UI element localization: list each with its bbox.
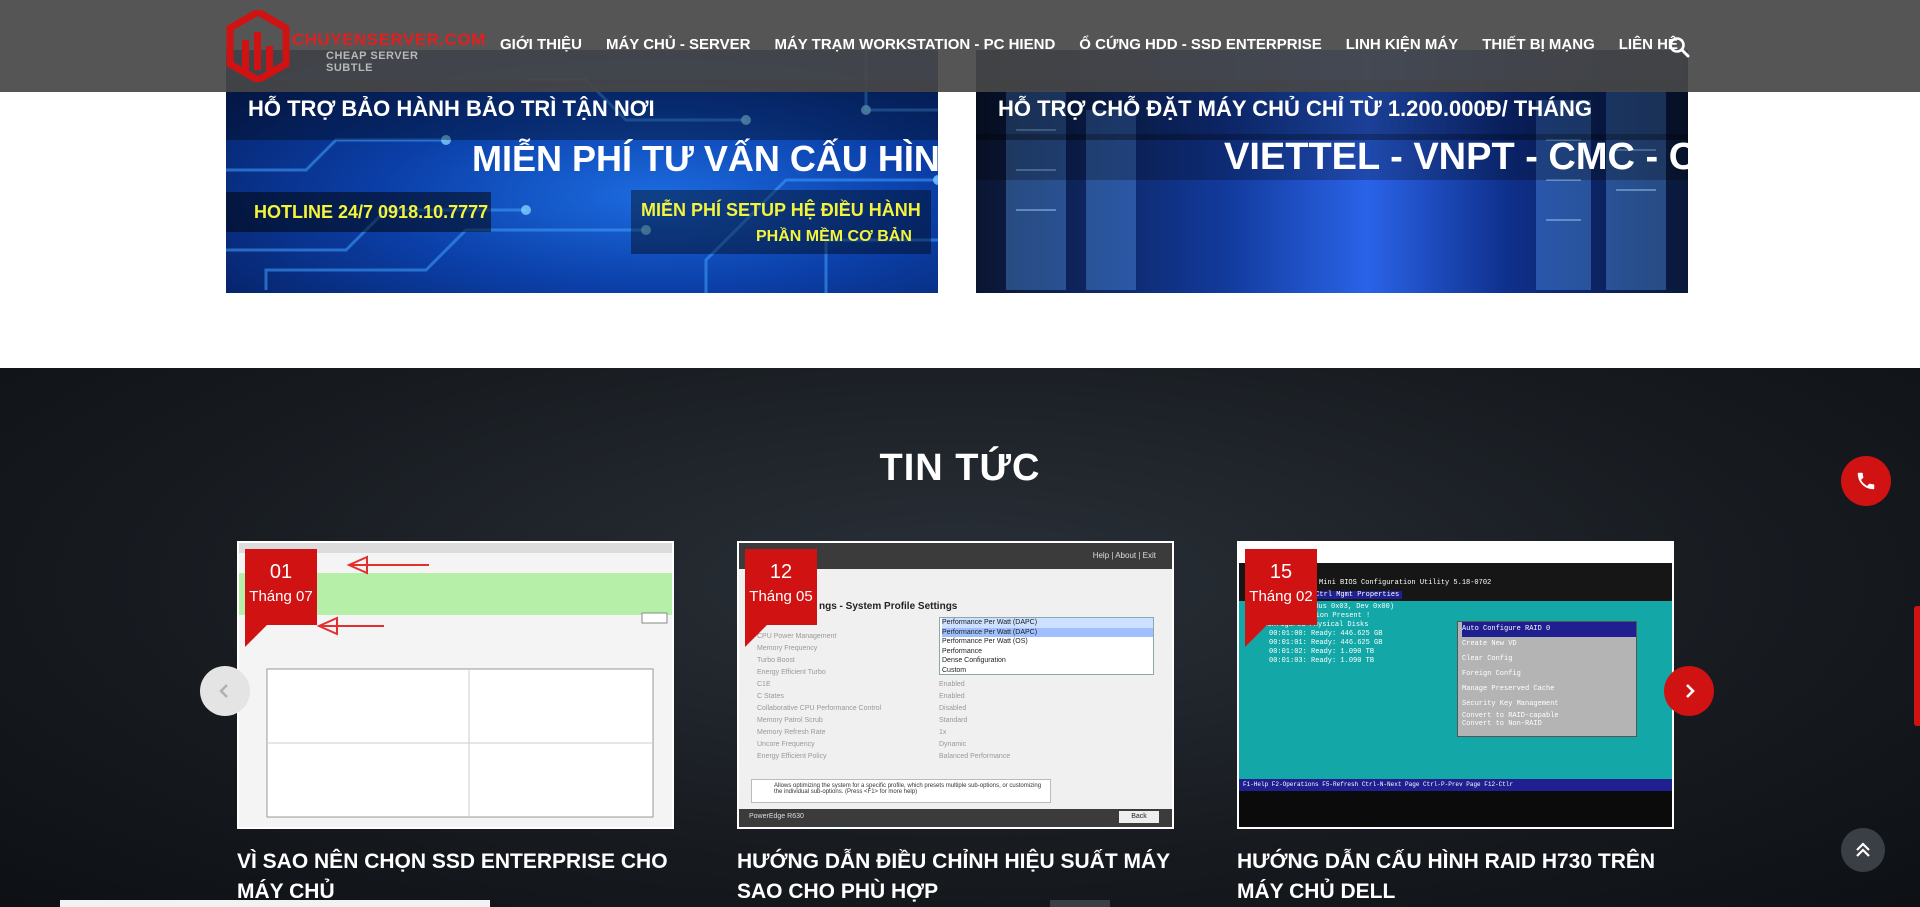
bios-value-2: Enabled — [939, 693, 965, 700]
raid-menu-8[interactable]: Convert to Non-RAID — [1462, 720, 1636, 728]
news-card-1-month: Tháng 07 — [249, 588, 313, 605]
news-card-1[interactable]: 01 Tháng 07 VÌ SAO NÊN CHỌN SSD ENTERPRI… — [237, 541, 674, 907]
raid-tree-6[interactable]: 00:01:02: Ready: 1.090 TB — [1247, 648, 1394, 657]
news-card-3-month: Tháng 02 — [1249, 588, 1313, 605]
news-card-3-title[interactable]: HƯỚNG DẪN CẤU HÌNH RAID H730 TRÊN MÁY CH… — [1237, 847, 1674, 907]
banner-colocation-line2: VIETTEL - VNPT - CMC - ODS — [1224, 136, 1688, 178]
bios-option-3[interactable]: Performance Per Watt (OS) — [942, 637, 1153, 647]
bios-value-4: Standard — [939, 717, 968, 724]
side-tab[interactable] — [1914, 606, 1920, 726]
back-to-top-button[interactable] — [1841, 828, 1885, 872]
search-icon[interactable] — [1668, 36, 1690, 58]
bios-row-2: Memory Frequency — [757, 645, 818, 652]
nav-item-thiet-bi-mang[interactable]: THIẾT BỊ MẠNG — [1482, 36, 1595, 53]
raid-menu-1[interactable]: Auto Configure RAID 0 — [1462, 622, 1636, 637]
nav-item-may-tram-workstation[interactable]: MÁY TRẠM WORKSTATION - PC HIEND — [774, 36, 1055, 53]
bios-value-7: Balanced Performance — [939, 753, 1011, 760]
chevron-right-icon — [1686, 684, 1695, 698]
bios-footer: PowerEdge R630 — [749, 813, 804, 820]
news-card-2-day: 12 — [769, 561, 793, 583]
bios-row-3: Turbo Boost — [757, 657, 795, 664]
bios-row-11: Energy Efficient Policy — [757, 753, 827, 760]
bios-row-9: Memory Refresh Rate — [757, 729, 826, 736]
bios-row-10: Uncore Frequency — [757, 741, 815, 748]
bios-option-6[interactable]: Custom — [942, 666, 1153, 676]
news-card-2-date: 12 Tháng 05 — [745, 549, 817, 625]
banner-support-line1: HỖ TRỢ BẢO HÀNH BẢO TRÌ TẬN NƠI — [248, 96, 655, 121]
bios-option-5[interactable]: Dense Configuration — [942, 656, 1153, 666]
nav-item-o-cung[interactable]: Ổ CỨNG HDD - SSD ENTERPRISE — [1079, 36, 1321, 53]
raid-tree-7[interactable]: 00:01:03: Ready: 1.090 TB — [1247, 657, 1394, 666]
site-logo[interactable]: CHUYENSERVER.COM CHEAP SERVER SUBTLE — [226, 10, 485, 82]
news-card-2-month: Tháng 05 — [749, 588, 813, 605]
site-header: CHUYENSERVER.COM CHEAP SERVER SUBTLE GIỚ… — [0, 0, 1920, 92]
logo-name: CHUYENSERVER.COM — [292, 30, 486, 49]
bios-header-links: Help | About | Exit — [1092, 551, 1156, 560]
bios-row-1: CPU Power Management — [757, 633, 837, 640]
logo-tagline: CHEAP SERVER SUBTLE — [326, 50, 419, 74]
raid-menu-7[interactable]: Convert to RAID-capable — [1462, 712, 1636, 720]
raid-menu-3[interactable]: Clear Config — [1462, 652, 1636, 667]
banner-hotline: HOTLINE 24/7 0918.10.7777 — [254, 202, 489, 222]
bottom-bar-light — [60, 900, 490, 907]
news-card-3[interactable]: PERC H730 Mini BIOS Configuration Utilit… — [1237, 541, 1674, 907]
bottom-bar-dark — [1050, 900, 1110, 907]
news-card-2[interactable]: Help | About | Exit ngs - System Profile… — [737, 541, 1174, 907]
banner-support-line4: PHẦN MỀM CƠ BẢN — [756, 228, 912, 245]
nav-item-linh-kien[interactable]: LINH KIỆN MÁY — [1346, 36, 1459, 53]
news-card-1-date: 01 Tháng 07 — [245, 549, 317, 625]
bios-value-6: Dynamic — [939, 741, 967, 748]
news-card-1-title[interactable]: VÌ SAO NÊN CHỌN SSD ENTERPRISE CHO MÁY C… — [237, 847, 674, 907]
news-card-3-day: 15 — [1269, 561, 1293, 583]
bios-value-3: Disabled — [939, 705, 967, 712]
bios-option-4[interactable]: Performance — [942, 647, 1153, 657]
news-title: TIN TỨC — [879, 447, 1041, 489]
bios-value-5: 1x — [939, 729, 947, 736]
phone-icon — [1857, 472, 1875, 490]
carousel-prev-button[interactable] — [200, 666, 250, 716]
main-nav: GIỚI THIỆU MÁY CHỦ - SERVER MÁY TRẠM WOR… — [500, 36, 1702, 53]
news-card-1-day: 01 — [269, 561, 293, 583]
bios-row-5: C1E — [757, 681, 771, 688]
double-chevron-up-icon — [1856, 842, 1870, 857]
bios-option-1[interactable]: Performance Per Watt (DAPC) — [942, 618, 1153, 628]
banner-support-line2: MIỄN PHÍ TƯ VẤN CẤU HÌNH — [472, 138, 938, 179]
bios-heading: ngs - System Profile Settings — [819, 601, 958, 612]
bios-option-2[interactable]: Performance Per Watt (DAPC) — [942, 627, 1153, 637]
news-card-3-date: 15 Tháng 02 — [1245, 549, 1317, 625]
raid-menu-6[interactable]: Security Key Management — [1462, 697, 1636, 712]
bios-row-8: Memory Patrol Scrub — [757, 717, 823, 724]
news-card-2-title[interactable]: HƯỚNG DẪN ĐIỀU CHỈNH HIỆU SUẤT MÁY SAO C… — [737, 847, 1174, 907]
raid-menu-5[interactable]: Manage Preserved Cache — [1462, 682, 1636, 697]
call-button[interactable] — [1841, 456, 1891, 506]
nav-item-gioi-thieu[interactable]: GIỚI THIỆU — [500, 36, 582, 53]
bios-info-box: Allows optimizing the system for a speci… — [751, 779, 1051, 803]
nav-item-may-chu-server[interactable]: MÁY CHỦ - SERVER — [606, 36, 750, 53]
bios-row-7: Collaborative CPU Performance Control — [757, 705, 882, 712]
carousel-next-button[interactable] — [1664, 666, 1714, 716]
banner-support-line3: MIỄN PHÍ SETUP HỆ ĐIỀU HÀNH — [641, 200, 921, 220]
raid-menu-4[interactable]: Foreign Config — [1462, 667, 1636, 682]
raid-tree-5[interactable]: 00:01:01: Ready: 446.625 GB — [1247, 639, 1394, 648]
bios-back-button[interactable]: Back — [1119, 811, 1159, 823]
raid-menu-2[interactable]: Create New VD — [1462, 637, 1636, 652]
logo-mark-icon — [226, 10, 290, 82]
bios-value-1: Enabled — [939, 681, 965, 688]
banner-colocation-line1: HỖ TRỢ CHỖ ĐẶT MÁY CHỦ CHỈ TỪ 1.200.000Đ… — [998, 96, 1593, 121]
chevron-left-icon — [219, 684, 228, 698]
bios-row-6: C States — [757, 693, 784, 700]
raid-tree-4[interactable]: 00:01:00: Ready: 446.625 GB — [1247, 630, 1394, 639]
bios-row-4: Energy Efficient Turbo — [757, 669, 826, 676]
raid-footer: F1-Help F2-Operations F5-Refresh Ctrl-N-… — [1243, 781, 1514, 788]
